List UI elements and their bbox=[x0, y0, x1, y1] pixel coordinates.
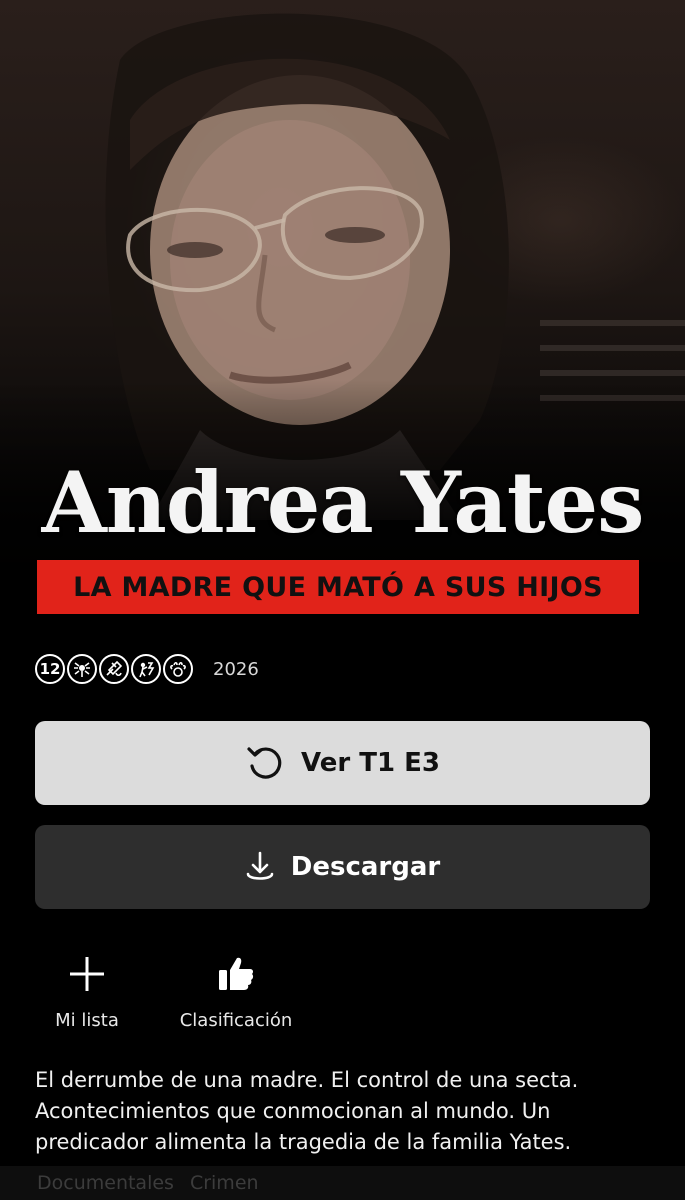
release-year: 2026 bbox=[213, 658, 259, 680]
genre-tag[interactable]: Crimen bbox=[190, 1172, 259, 1194]
show-subtitle: LA MADRE QUE MATÓ A SUS HIJOS bbox=[73, 571, 603, 603]
show-title-logo: Andrea Yates bbox=[41, 453, 645, 552]
play-button-label: Ver T1 E3 bbox=[301, 748, 440, 778]
show-subtitle-banner: LA MADRE QUE MATÓ A SUS HIJOS bbox=[37, 560, 639, 614]
age-rating-badge: 12 bbox=[35, 654, 65, 684]
genre-tags: Documentales Crimen bbox=[0, 1166, 685, 1200]
mental-health-icon bbox=[131, 654, 161, 684]
replay-icon bbox=[247, 747, 282, 779]
download-button[interactable]: Descargar bbox=[35, 825, 650, 909]
download-icon bbox=[246, 851, 274, 880]
violence-icon bbox=[99, 654, 129, 684]
fear-icon bbox=[67, 654, 97, 684]
thumbs-up-icon bbox=[219, 957, 254, 990]
title-detail-page: Andrea Yates LA MADRE QUE MATÓ A SUS HIJ… bbox=[0, 0, 685, 1200]
hero-image: Andrea Yates LA MADRE QUE MATÓ A SUS HIJ… bbox=[0, 0, 685, 640]
content-rating-row: 12 2026 bbox=[35, 652, 259, 686]
my-list-label: Mi lista bbox=[55, 1010, 119, 1031]
play-episode-button[interactable]: Ver T1 E3 bbox=[35, 721, 650, 805]
my-list-button[interactable]: Mi lista bbox=[50, 950, 124, 1031]
plus-icon bbox=[70, 957, 104, 991]
download-button-label: Descargar bbox=[290, 852, 441, 882]
genre-tag[interactable]: Documentales bbox=[37, 1172, 174, 1194]
episode-synopsis: El derrumbe de una madre. El control de … bbox=[35, 1068, 579, 1154]
rate-button[interactable]: Clasificación bbox=[176, 950, 296, 1031]
rate-label: Clasificación bbox=[179, 1010, 293, 1031]
drugs-icon bbox=[163, 654, 193, 684]
